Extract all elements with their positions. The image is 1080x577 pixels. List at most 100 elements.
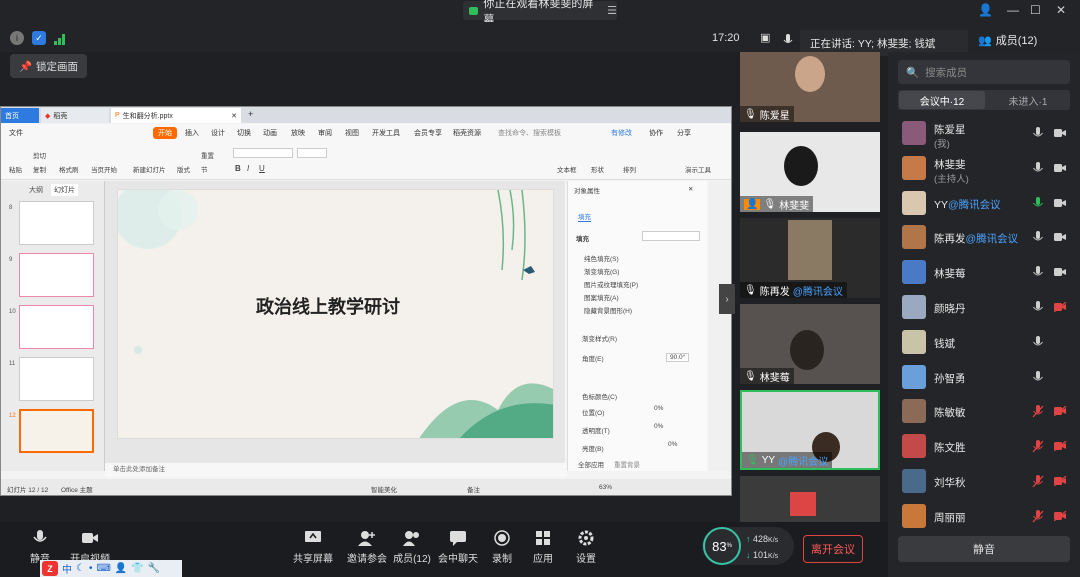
- tab-in-meeting[interactable]: 会议中·12: [899, 91, 985, 109]
- checkbox-hide-bg[interactable]: 隐藏背景图形(H): [584, 305, 632, 315]
- mic-icon[interactable]: [1032, 335, 1044, 349]
- camera-off-icon[interactable]: [1054, 476, 1067, 486]
- mute-all-button[interactable]: 静音: [898, 536, 1070, 562]
- signal-icon[interactable]: [54, 32, 66, 50]
- ribbon-section[interactable]: 节: [201, 164, 208, 174]
- tab-pptx-file[interactable]: P 生和翻分析.pptx ✕: [111, 108, 241, 123]
- shield-icon[interactable]: ✓: [32, 31, 46, 45]
- member-row[interactable]: YY@腾讯会议: [888, 186, 1080, 220]
- zoom-level[interactable]: 63%: [599, 484, 612, 491]
- brightness-value[interactable]: 0%: [668, 441, 677, 448]
- ribbon-reset[interactable]: 重置: [201, 150, 214, 160]
- radio-picture-fill[interactable]: 图片或纹理填充(P): [584, 279, 638, 289]
- member-row[interactable]: 周丽丽: [888, 499, 1080, 533]
- member-row[interactable]: 颜晓丹: [888, 290, 1080, 324]
- mic-muted-icon[interactable]: [1032, 440, 1044, 453]
- video-tile[interactable]: 🎙 陈再发 @腾讯会议: [740, 218, 880, 298]
- ime-moon-icon[interactable]: ☾: [76, 563, 85, 574]
- minimize-icon[interactable]: —: [1007, 3, 1019, 17]
- ribbon-new-slide[interactable]: 新建幻灯片: [133, 164, 166, 174]
- member-row[interactable]: 陈文胜: [888, 429, 1080, 463]
- ribbon-shape[interactable]: 形状: [591, 164, 604, 174]
- member-row[interactable]: 陈爱星 (我): [888, 116, 1080, 150]
- camera-off-icon[interactable]: [1054, 302, 1067, 312]
- props-close-icon[interactable]: ✕: [688, 185, 693, 193]
- underline-icon[interactable]: U: [259, 164, 265, 173]
- menu-start[interactable]: 开始: [153, 127, 177, 139]
- mic-icon[interactable]: [1032, 196, 1044, 210]
- member-row[interactable]: 钱斌: [888, 325, 1080, 359]
- slide-thumb-9[interactable]: [19, 253, 94, 297]
- maximize-icon[interactable]: ☐: [1030, 3, 1041, 17]
- member-row[interactable]: 刘华秋: [888, 464, 1080, 498]
- menu-docer-res[interactable]: 稻壳资源: [453, 128, 481, 138]
- close-icon[interactable]: ✕: [1056, 3, 1066, 17]
- transparency-value[interactable]: 0%: [654, 423, 663, 430]
- menu-file[interactable]: 文件: [9, 128, 23, 138]
- menu-share[interactable]: 分享: [677, 128, 691, 138]
- share-banner[interactable]: 你正在观看林斐斐的屏幕 ☰: [463, 0, 617, 26]
- position-value[interactable]: 0%: [654, 405, 663, 412]
- ribbon-textbox[interactable]: 文本框: [557, 164, 577, 174]
- members-toggle-button[interactable]: 👥 成员(12): [968, 28, 1080, 52]
- lock-screen-button[interactable]: 📌 锁定画面: [10, 54, 87, 78]
- camera-icon[interactable]: [1054, 232, 1067, 242]
- leave-meeting-button[interactable]: 离开会议: [803, 535, 863, 563]
- collapse-handle[interactable]: ›: [719, 284, 735, 314]
- menu-search[interactable]: 查找命令、搜索模板: [498, 128, 561, 138]
- props-fill-tab[interactable]: 填充: [578, 211, 591, 222]
- member-row[interactable]: 林斐莓: [888, 255, 1080, 289]
- bold-icon[interactable]: B: [235, 164, 241, 173]
- ribbon-format-painter[interactable]: 格式刷: [59, 164, 79, 174]
- member-row[interactable]: 林斐斐 (主持人): [888, 151, 1080, 185]
- slide-thumb-8[interactable]: [19, 201, 94, 245]
- camera-off-icon[interactable]: [1054, 441, 1067, 452]
- user-icon[interactable]: 👤: [978, 3, 993, 17]
- camera-off-icon[interactable]: [1054, 406, 1067, 417]
- ime-dot-icon[interactable]: •: [89, 563, 93, 574]
- camera-icon[interactable]: [1054, 267, 1067, 277]
- fill-type-select[interactable]: [642, 231, 700, 241]
- slide-title[interactable]: 政治线上教学研讨: [118, 293, 538, 319]
- radio-gradient-fill[interactable]: 渐变填充(G): [584, 266, 619, 276]
- camera-icon[interactable]: [1054, 163, 1067, 173]
- apply-all-button[interactable]: 全部应用: [578, 459, 604, 469]
- ime-tools-icon[interactable]: 🔧: [148, 563, 160, 574]
- info-icon[interactable]: i: [10, 31, 24, 45]
- tab-slides[interactable]: 幻灯片: [51, 184, 78, 196]
- mic-icon[interactable]: [1032, 127, 1044, 140]
- menu-slideshow[interactable]: 放映: [291, 128, 305, 138]
- ribbon-arrange[interactable]: 排列: [623, 164, 636, 174]
- ime-logo-icon[interactable]: Z: [42, 561, 58, 576]
- mic-icon[interactable]: [1032, 231, 1044, 244]
- video-tile[interactable]: 🎙 林斐莓: [740, 304, 880, 384]
- tab-home[interactable]: 首页: [1, 108, 39, 123]
- font-name-select[interactable]: [233, 148, 293, 158]
- menu-view[interactable]: 视图: [345, 128, 359, 138]
- menu-collab[interactable]: 协作: [649, 128, 663, 138]
- menu-insert[interactable]: 插入: [185, 128, 199, 138]
- mic-muted-icon[interactable]: [1032, 475, 1044, 488]
- menu-transition[interactable]: 切换: [237, 128, 251, 138]
- italic-icon[interactable]: I: [247, 164, 249, 173]
- mic-icon[interactable]: [1032, 370, 1044, 384]
- current-slide[interactable]: 政治线上教学研讨: [117, 189, 554, 439]
- menu-devtools[interactable]: 开发工具: [372, 128, 400, 138]
- radio-pattern-fill[interactable]: 图案填充(A): [584, 292, 619, 302]
- ribbon-play-current[interactable]: 当页开始: [91, 164, 117, 174]
- ime-user-icon[interactable]: 👤: [115, 563, 127, 574]
- menu-design[interactable]: 设计: [211, 128, 225, 138]
- mic-icon[interactable]: [1032, 301, 1044, 314]
- tab-not-joined[interactable]: 未进入·1: [986, 91, 1070, 109]
- slide-thumb-12[interactable]: [19, 409, 94, 453]
- share-screen-button[interactable]: 共享屏幕: [285, 530, 341, 570]
- radio-solid-fill[interactable]: 纯色填充(S): [584, 253, 619, 263]
- tab-close-icon[interactable]: ✕: [231, 112, 237, 120]
- video-tile[interactable]: [740, 476, 880, 522]
- ime-chinese-icon[interactable]: 中: [62, 561, 72, 576]
- member-search[interactable]: 🔍 搜索成员: [898, 60, 1070, 84]
- menu-member[interactable]: 会员专享: [414, 128, 442, 138]
- mic-icon[interactable]: [1032, 266, 1044, 279]
- member-row[interactable]: 陈再发@腾讯会议: [888, 220, 1080, 254]
- ribbon-present-tools[interactable]: 演示工具: [685, 164, 711, 174]
